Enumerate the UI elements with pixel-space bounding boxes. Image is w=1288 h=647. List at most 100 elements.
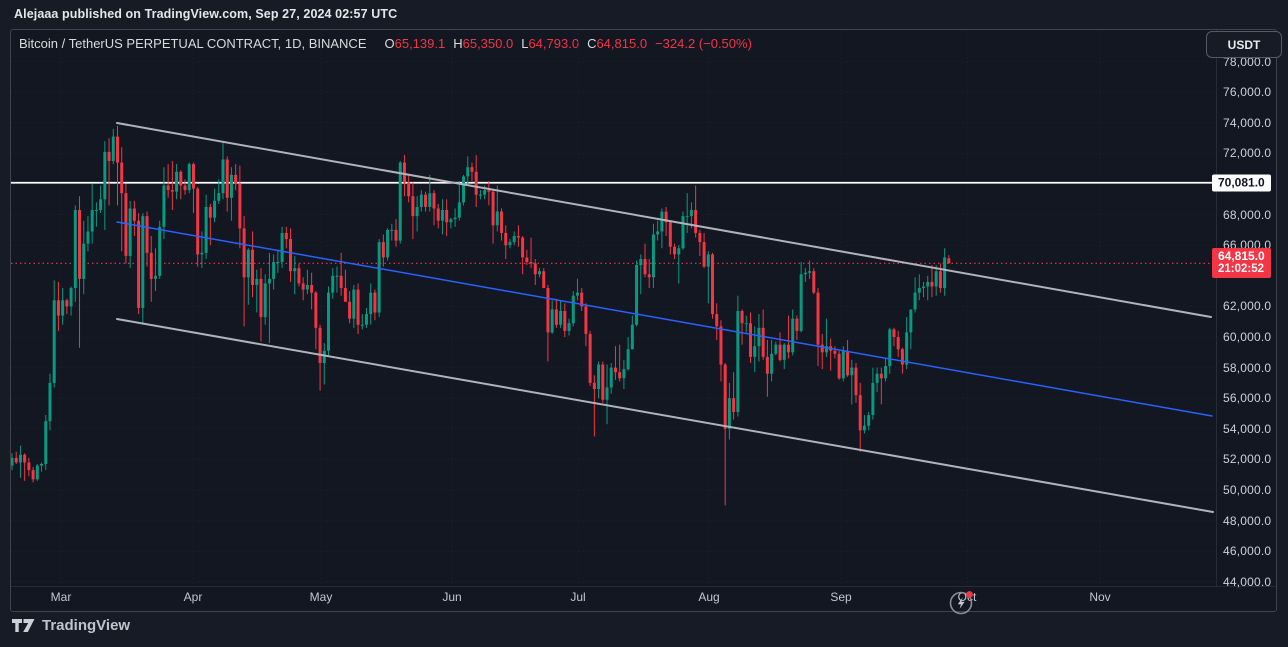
candle xyxy=(183,179,187,195)
candle xyxy=(293,255,297,295)
tradingview-logo[interactable]: TradingView xyxy=(12,617,130,634)
candle xyxy=(297,263,301,287)
time-axis-label-aug: Aug xyxy=(698,590,720,604)
candle xyxy=(331,268,335,299)
channel-mid-line[interactable] xyxy=(116,221,1213,417)
candle xyxy=(44,415,48,471)
price-axis-label: 54,000.0 xyxy=(1223,421,1272,436)
candle xyxy=(280,226,284,269)
channel-lower-line[interactable] xyxy=(116,318,1214,513)
time-axis-separator xyxy=(11,586,1276,587)
candle xyxy=(778,332,782,362)
price-axis-label: 44,000.0 xyxy=(1223,574,1272,589)
candle xyxy=(35,463,39,481)
candle xyxy=(99,185,103,214)
price-axis-label: 62,000.0 xyxy=(1223,299,1272,314)
candle xyxy=(318,324,322,391)
candle xyxy=(563,303,567,337)
candle xyxy=(580,288,584,311)
candle xyxy=(588,330,592,386)
candle xyxy=(40,462,44,472)
candle xyxy=(753,326,757,373)
candle xyxy=(339,252,343,296)
candle xyxy=(782,343,786,370)
candle xyxy=(238,165,242,249)
candle xyxy=(48,373,52,431)
candle xyxy=(73,205,77,302)
candle xyxy=(322,343,326,385)
candle xyxy=(373,289,377,321)
price-axis-label: 50,000.0 xyxy=(1223,483,1272,497)
candle xyxy=(137,213,141,315)
time-axis-label-nov: Nov xyxy=(1089,590,1111,604)
candle xyxy=(128,200,132,269)
price-axis-label: 58,000.0 xyxy=(1223,360,1272,375)
candle xyxy=(474,154,478,207)
alert-price-line-tag: 70,081.0 xyxy=(1212,174,1271,192)
candle xyxy=(875,367,879,393)
candle xyxy=(305,269,309,295)
candle xyxy=(546,284,550,362)
candle xyxy=(196,187,200,267)
candle xyxy=(170,161,174,211)
candle xyxy=(757,314,761,362)
candle xyxy=(234,164,238,191)
candle xyxy=(639,254,643,295)
candle xyxy=(352,284,356,328)
time-axis-label-mar: Mar xyxy=(50,590,72,604)
candle xyxy=(445,199,449,237)
candle xyxy=(356,283,360,334)
candlestick-chart[interactable] xyxy=(11,30,1276,611)
candle xyxy=(11,453,14,471)
candle xyxy=(926,275,930,301)
candle xyxy=(892,327,896,347)
candle xyxy=(816,288,820,367)
candle xyxy=(478,190,482,200)
candle xyxy=(888,327,892,374)
candle xyxy=(656,220,660,241)
candle xyxy=(559,300,563,328)
candle xyxy=(723,363,727,506)
candle xyxy=(516,225,520,247)
candle xyxy=(571,291,575,327)
candle xyxy=(402,154,406,197)
candle xyxy=(732,372,736,420)
candle xyxy=(744,315,748,333)
candle xyxy=(694,185,698,238)
candle xyxy=(487,180,491,206)
candle xyxy=(335,266,339,293)
candle xyxy=(605,364,609,425)
candle xyxy=(61,288,65,325)
candle xyxy=(685,193,689,233)
candle xyxy=(934,265,938,296)
candle xyxy=(82,220,86,295)
candle xyxy=(521,236,525,275)
candle xyxy=(554,298,558,328)
candle xyxy=(601,361,605,403)
candle xyxy=(65,298,69,315)
candle xyxy=(630,315,634,350)
price-axis-label: 56,000.0 xyxy=(1223,391,1272,406)
candle xyxy=(213,188,217,223)
publish-info: Alejaaa published on TradingView.com, Se… xyxy=(14,7,398,21)
candle xyxy=(550,300,554,334)
candle xyxy=(896,330,900,357)
candle xyxy=(567,318,571,336)
candle xyxy=(327,286,330,356)
candle xyxy=(858,382,862,452)
currency-toggle-button[interactable]: USDT xyxy=(1206,31,1282,58)
candle xyxy=(145,211,149,267)
candle xyxy=(711,252,715,319)
candle xyxy=(191,162,195,214)
candle xyxy=(622,359,626,390)
channel-upper-line[interactable] xyxy=(116,122,1212,318)
candle xyxy=(884,358,888,382)
candle xyxy=(364,307,368,328)
lightning-alert-icon[interactable] xyxy=(947,588,977,618)
candle xyxy=(812,268,816,295)
candle xyxy=(263,274,267,325)
tradingview-glyph-icon xyxy=(12,619,35,632)
candle xyxy=(930,265,934,298)
candle xyxy=(52,280,56,388)
candle xyxy=(660,208,664,249)
